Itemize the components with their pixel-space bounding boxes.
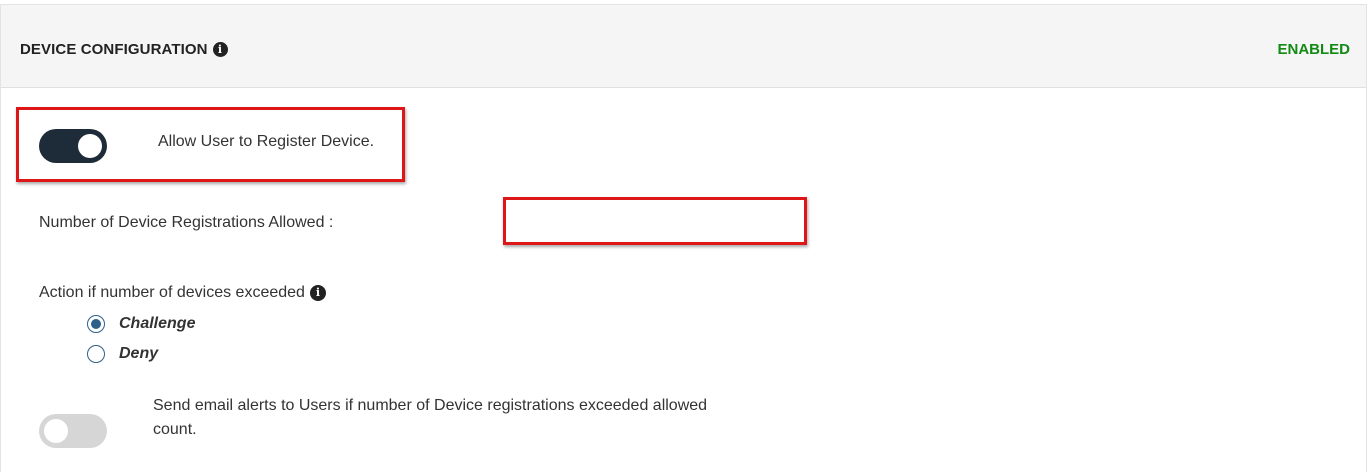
challenge-radio[interactable] xyxy=(87,315,105,333)
register-device-label: Allow User to Register Device. xyxy=(158,133,375,150)
registrations-label: Number of Device Registrations Allowed : xyxy=(39,214,334,231)
challenge-label[interactable]: Challenge xyxy=(119,315,195,333)
toggle-knob xyxy=(78,134,102,158)
info-icon[interactable]: i xyxy=(309,285,326,301)
panel-title: DEVICE CONFIGURATION i xyxy=(20,41,228,58)
registrations-input[interactable] xyxy=(506,200,800,238)
email-alerts-toggle[interactable] xyxy=(39,414,107,448)
panel-header: DEVICE CONFIGURATION i ENABLED xyxy=(1,5,1366,88)
register-device-toggle[interactable] xyxy=(39,129,107,163)
status-badge: ENABLED xyxy=(1277,41,1350,58)
email-alerts-label-line2: count. xyxy=(153,421,197,438)
info-icon[interactable]: i xyxy=(212,42,228,57)
toggle-knob xyxy=(44,419,68,443)
action-label: Action if number of devices exceeded i xyxy=(39,284,326,302)
email-alerts-label-line1: Send email alerts to Users if number of … xyxy=(153,397,708,414)
action-label-text: Action if number of devices exceeded xyxy=(39,284,305,301)
deny-label[interactable]: Deny xyxy=(119,345,158,363)
email-alerts-label: Send email alerts to Users if number of … xyxy=(153,394,707,442)
deny-radio[interactable] xyxy=(87,345,105,363)
panel-title-text: DEVICE CONFIGURATION xyxy=(20,41,208,58)
